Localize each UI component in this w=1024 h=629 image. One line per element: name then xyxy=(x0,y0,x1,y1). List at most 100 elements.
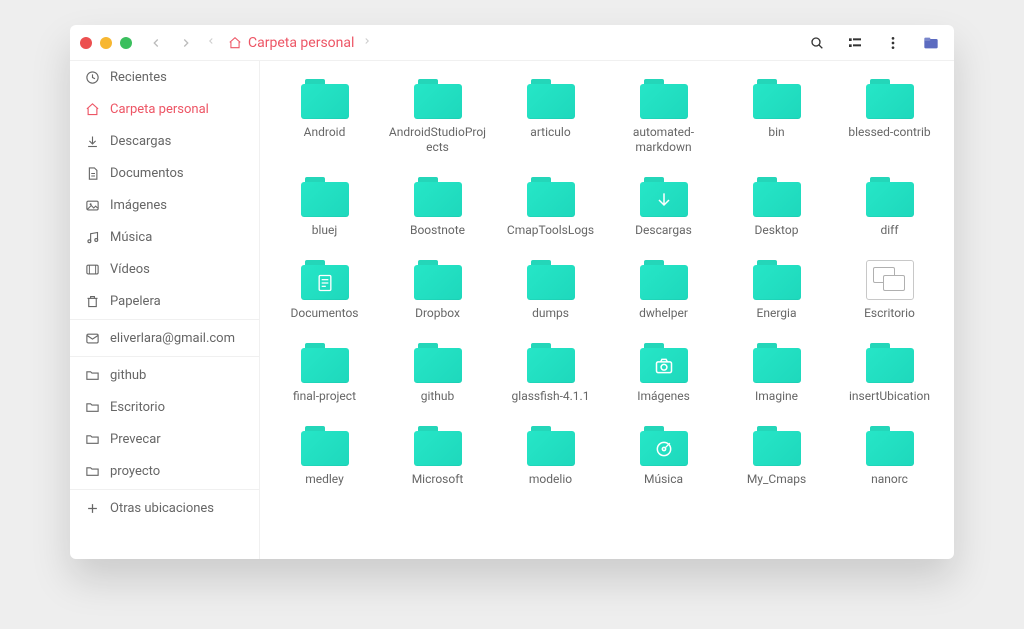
close-window-button[interactable] xyxy=(80,37,92,49)
sidebar-item-other-locations[interactable]: Otras ubicaciones xyxy=(70,492,259,524)
folder-icon xyxy=(527,426,575,466)
folder-icon xyxy=(753,426,801,466)
folder-item-dumps[interactable]: dumps xyxy=(496,260,605,321)
folder-label: medley xyxy=(305,472,344,487)
video-icon xyxy=(84,261,100,277)
main-content[interactable]: Android AndroidStudioProjects articulo auto… xyxy=(260,61,954,559)
folder-icon xyxy=(640,79,688,119)
files-app-icon[interactable] xyxy=(918,30,944,56)
folder-item-dropbox[interactable]: Dropbox xyxy=(383,260,492,321)
folder-item-final-project[interactable]: final-project xyxy=(270,343,379,404)
sidebar-item-recientes[interactable]: Recientes xyxy=(70,61,259,93)
folder-label: articulo xyxy=(530,125,570,140)
breadcrumb-separator-icon xyxy=(206,35,216,50)
folder-item-desktop[interactable]: Desktop xyxy=(722,177,831,238)
sidebar-item-escritorio[interactable]: Escritorio xyxy=(70,391,259,423)
folder-item-energia[interactable]: Energia xyxy=(722,260,831,321)
folder-label: dwhelper xyxy=(639,306,688,321)
sidebar-item-papelera[interactable]: Papelera xyxy=(70,285,259,317)
folder-item-diff[interactable]: diff xyxy=(835,177,944,238)
folder-label: Documentos xyxy=(291,306,359,321)
sidebar-item-label: Vídeos xyxy=(110,262,150,277)
folder-label: blessed-contrib xyxy=(848,125,930,140)
folder-item-descargas[interactable]: Descargas xyxy=(609,177,718,238)
folder-label: Energia xyxy=(757,306,797,321)
sidebar-item-prevecar[interactable]: Prevecar xyxy=(70,423,259,455)
folder-item-bluej[interactable]: bluej xyxy=(270,177,379,238)
folder-item-android[interactable]: Android xyxy=(270,79,379,155)
folder-label: Imágenes xyxy=(637,389,690,404)
folder-item-ima-genes[interactable]: Imágenes xyxy=(609,343,718,404)
folder-icon xyxy=(640,177,688,217)
folder-label: CmapToolsLogs xyxy=(507,223,594,238)
folder-icon xyxy=(301,177,349,217)
forward-button[interactable] xyxy=(174,31,198,55)
folder-item-androidstudioprojects[interactable]: AndroidStudioProjects xyxy=(383,79,492,155)
back-button[interactable] xyxy=(144,31,168,55)
folder-item-medley[interactable]: medley xyxy=(270,426,379,487)
folder-icon xyxy=(301,79,349,119)
minimize-window-button[interactable] xyxy=(100,37,112,49)
folder-label: Descargas xyxy=(635,223,692,238)
folder-item-boostnote[interactable]: Boostnote xyxy=(383,177,492,238)
folder-item-my_cmaps[interactable]: My_Cmaps xyxy=(722,426,831,487)
document-icon xyxy=(84,165,100,181)
sidebar-item-label: proyecto xyxy=(110,464,160,479)
view-list-button[interactable] xyxy=(842,30,868,56)
folder-item-mu-sica[interactable]: Música xyxy=(609,426,718,487)
download-overlay-icon xyxy=(640,182,688,217)
folder-label: Android xyxy=(304,125,346,140)
folder-icon xyxy=(527,260,575,300)
folder-item-bin[interactable]: bin xyxy=(722,79,831,155)
folder-icon xyxy=(414,343,462,383)
search-button[interactable] xyxy=(804,30,830,56)
folder-item-modelio[interactable]: modelio xyxy=(496,426,605,487)
folder-item-dwhelper[interactable]: dwhelper xyxy=(609,260,718,321)
folder-item-documentos[interactable]: Documentos xyxy=(270,260,379,321)
folder-item-articulo[interactable]: articulo xyxy=(496,79,605,155)
sidebar-item-mu-sica[interactable]: Música xyxy=(70,221,259,253)
folder-item-automated-markdown[interactable]: automated-markdown xyxy=(609,79,718,155)
folder-label: bluej xyxy=(312,223,338,238)
folder-label: nanorc xyxy=(871,472,908,487)
folder-label: Dropbox xyxy=(415,306,460,321)
folder-label: dumps xyxy=(532,306,569,321)
sidebar-item-carpeta-personal[interactable]: Carpeta personal xyxy=(70,93,259,125)
sidebar-item-proyecto[interactable]: proyecto xyxy=(70,455,259,487)
document-overlay-icon xyxy=(301,265,349,300)
mail-icon xyxy=(84,330,100,346)
folder-label: github xyxy=(421,389,455,404)
sidebar-item-account[interactable]: eliverlara@gmail.com xyxy=(70,322,259,354)
breadcrumb[interactable]: Carpeta personal xyxy=(228,35,354,51)
sidebar-item-label: Documentos xyxy=(110,166,184,181)
folder-label: Música xyxy=(644,472,683,487)
folder-item-cmaptoolslogs[interactable]: CmapToolsLogs xyxy=(496,177,605,238)
file-manager-window: Carpeta personal RecientesCarpeta person… xyxy=(70,25,954,559)
menu-button[interactable] xyxy=(880,30,906,56)
sidebar-item-vi-deos[interactable]: Vídeos xyxy=(70,253,259,285)
sidebar-item-label: github xyxy=(110,368,146,383)
folder-item-escritorio[interactable]: Escritorio xyxy=(835,260,944,321)
folder-icon xyxy=(640,260,688,300)
folder-icon xyxy=(84,463,100,479)
folder-item-blessed-contrib[interactable]: blessed-contrib xyxy=(835,79,944,155)
folder-label: insertUbication xyxy=(849,389,930,404)
sidebar-item-documentos[interactable]: Documentos xyxy=(70,157,259,189)
folder-item-github[interactable]: github xyxy=(383,343,492,404)
sidebar-item-label: Música xyxy=(110,230,152,245)
breadcrumb-separator-icon xyxy=(362,35,372,50)
sidebar-item-github[interactable]: github xyxy=(70,359,259,391)
folder-item-glassfish-4-1-1[interactable]: glassfish-4.1.1 xyxy=(496,343,605,404)
folder-item-nanorc[interactable]: nanorc xyxy=(835,426,944,487)
folder-label: Desktop xyxy=(755,223,799,238)
window-controls xyxy=(80,37,132,49)
folder-item-imagine[interactable]: Imagine xyxy=(722,343,831,404)
maximize-window-button[interactable] xyxy=(120,37,132,49)
sidebar-item-ima-genes[interactable]: Imágenes xyxy=(70,189,259,221)
folder-label: Escritorio xyxy=(864,306,915,321)
folder-label: Imagine xyxy=(755,389,798,404)
folder-item-insertubication[interactable]: insertUbication xyxy=(835,343,944,404)
sidebar-item-descargas[interactable]: Descargas xyxy=(70,125,259,157)
folder-item-microsoft[interactable]: Microsoft xyxy=(383,426,492,487)
breadcrumb-label: Carpeta personal xyxy=(248,35,354,51)
